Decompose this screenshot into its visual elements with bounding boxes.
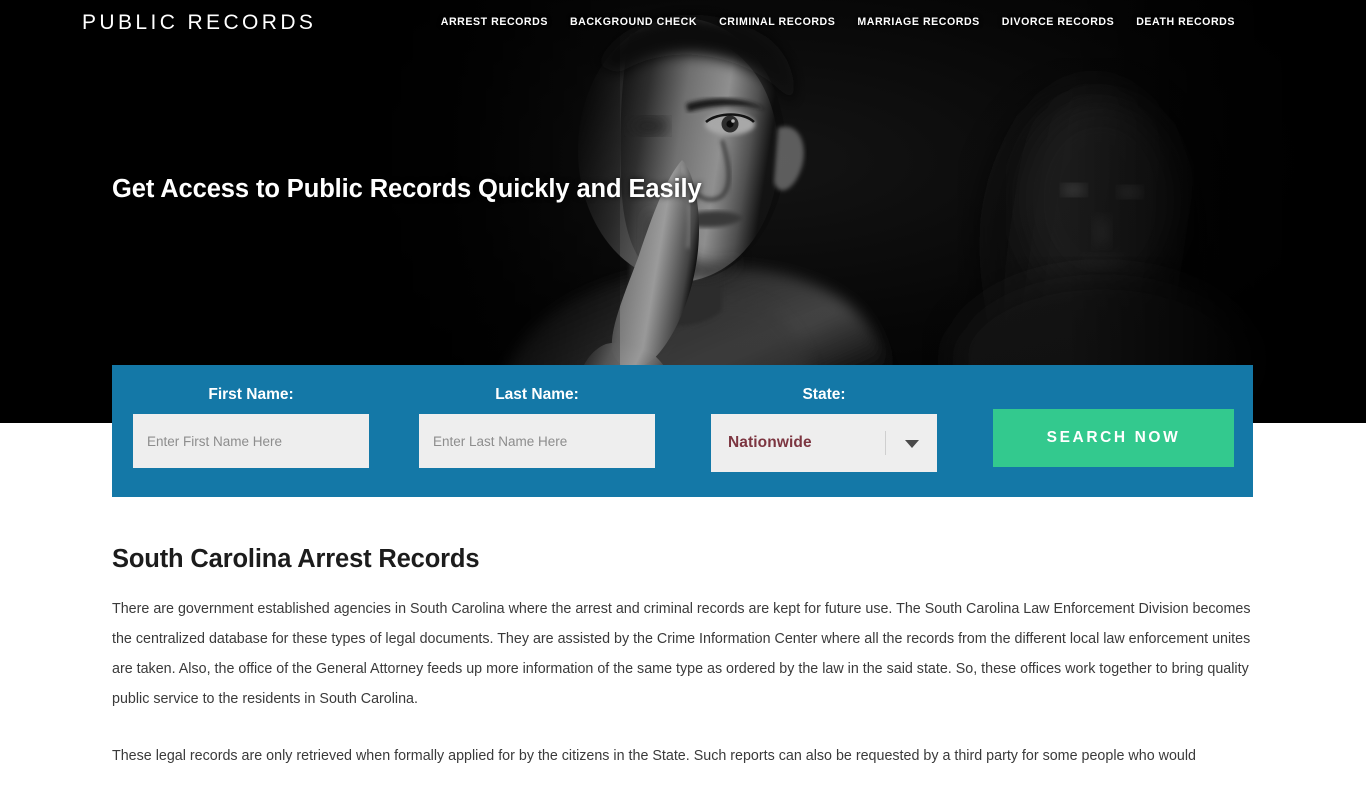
select-separator — [885, 431, 886, 455]
page-title: South Carolina Arrest Records — [112, 545, 480, 573]
state-selected-value: Nationwide — [728, 434, 812, 451]
article-section: South Carolina Arrest Records There are … — [112, 497, 1255, 798]
state-select[interactable]: Nationwide — [711, 414, 937, 472]
nav-item-marriage-records[interactable]: MARRIAGE RECORDS — [857, 16, 979, 28]
nav-item-background-check[interactable]: BACKGROUND CHECK — [570, 16, 697, 28]
records-search-form: First Name: Last Name: State: Nationwide… — [112, 365, 1253, 497]
last-name-label: Last Name: — [495, 386, 579, 403]
top-navigation-bar: PUBLIC RECORDS ARREST RECORDS BACKGROUND… — [0, 0, 1366, 44]
primary-nav: ARREST RECORDS BACKGROUND CHECK CRIMINAL… — [441, 16, 1235, 28]
first-name-input[interactable] — [133, 414, 369, 468]
nav-item-divorce-records[interactable]: DIVORCE RECORDS — [1002, 16, 1114, 28]
last-name-field-group: Last Name: — [419, 385, 655, 468]
nav-item-criminal-records[interactable]: CRIMINAL RECORDS — [719, 16, 835, 28]
nav-item-death-records[interactable]: DEATH RECORDS — [1136, 16, 1235, 28]
article-paragraph-1: There are government established agencie… — [112, 601, 1251, 707]
last-name-input[interactable] — [419, 414, 655, 468]
state-field-group: State: Nationwide — [711, 385, 937, 472]
hero-banner: PUBLIC RECORDS ARREST RECORDS BACKGROUND… — [0, 0, 1366, 423]
article-paragraph-2: These legal records are only retrieved w… — [112, 748, 1196, 764]
nav-item-arrest-records[interactable]: ARREST RECORDS — [441, 16, 548, 28]
hero-headline: Get Access to Public Records Quickly and… — [112, 175, 702, 203]
chevron-down-icon — [905, 440, 919, 448]
site-logo[interactable]: PUBLIC RECORDS — [82, 12, 316, 33]
hero-portrait-image — [330, 0, 1366, 423]
first-name-field-group: First Name: — [133, 385, 369, 468]
search-now-button[interactable]: SEARCH NOW — [993, 409, 1234, 467]
state-label: State: — [802, 386, 846, 403]
first-name-label: First Name: — [208, 386, 294, 403]
